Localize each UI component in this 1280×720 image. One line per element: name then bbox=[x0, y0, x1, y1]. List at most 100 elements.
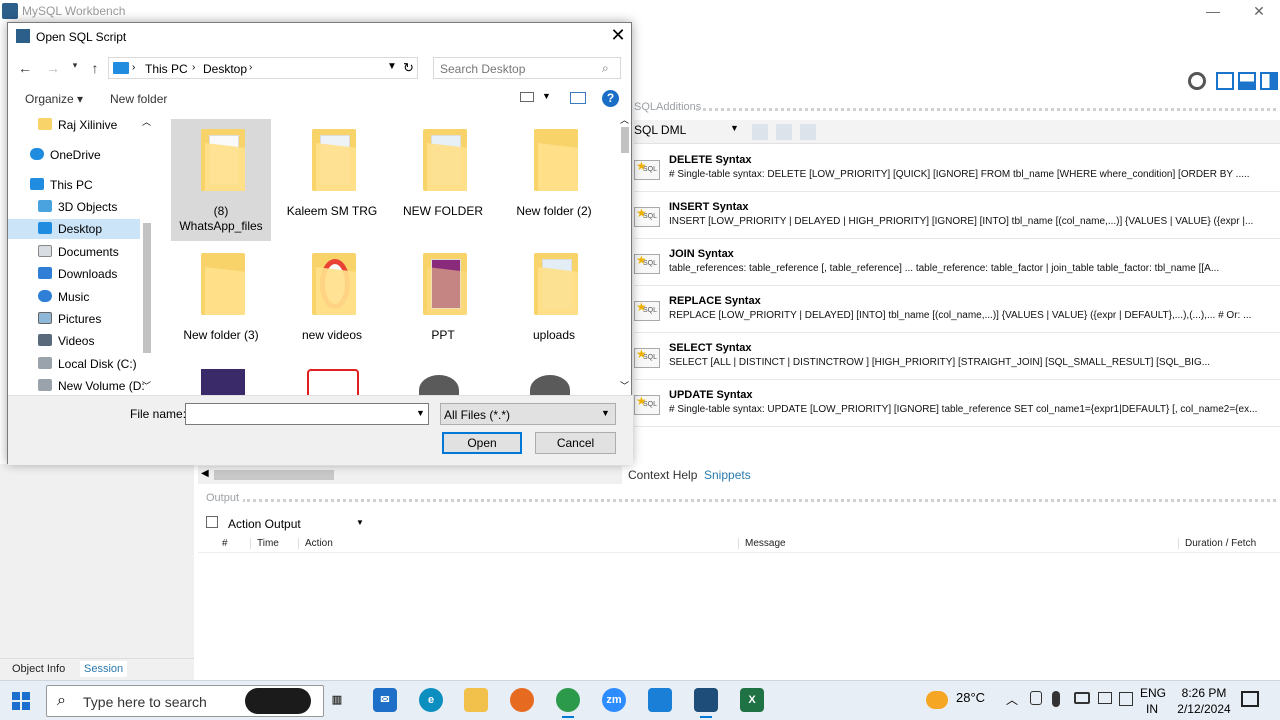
folder-item[interactable]: NEW FOLDER bbox=[393, 119, 493, 241]
copilot-icon[interactable] bbox=[245, 688, 311, 714]
nav-item-raj-xilinive[interactable]: Raj Xilinive bbox=[8, 115, 140, 135]
up-arrow-icon[interactable]: ↑ bbox=[86, 60, 104, 78]
folder-item[interactable]: uploads bbox=[504, 243, 604, 365]
folder-item[interactable]: (8) WhatsApp_files bbox=[171, 119, 271, 241]
snippet-delete[interactable]: SQL DELETE Syntax # Single-table syntax:… bbox=[634, 148, 1280, 192]
column-duration[interactable]: Duration / Fetch bbox=[1178, 538, 1256, 549]
tab-snippets[interactable]: Snippets bbox=[704, 468, 751, 482]
app-file-icon[interactable] bbox=[201, 369, 245, 395]
search-input[interactable]: Search Desktop ⌕ bbox=[433, 57, 621, 79]
network-icon[interactable] bbox=[1098, 692, 1112, 704]
change-view-icon[interactable] bbox=[520, 92, 534, 102]
pdf-file-icon[interactable] bbox=[307, 369, 359, 395]
snippet-select[interactable]: SQL SELECT Syntax SELECT [ALL | DISTINCT… bbox=[634, 336, 1280, 380]
mysql-workbench-taskbar-icon[interactable] bbox=[694, 688, 718, 718]
new-folder-button[interactable]: New folder bbox=[110, 92, 167, 106]
scroll-thumb[interactable] bbox=[214, 470, 334, 480]
nav-item-pictures[interactable]: Pictures bbox=[8, 309, 140, 329]
edge-browser-icon[interactable]: e bbox=[419, 688, 443, 712]
temperature[interactable]: 28°C bbox=[956, 690, 985, 705]
breadcrumb-desktop[interactable]: Desktop bbox=[203, 62, 247, 76]
output-mode-select[interactable]: Action Output bbox=[228, 517, 301, 531]
chrome-icon[interactable] bbox=[556, 688, 580, 718]
taskbar-search-input[interactable]: ⌕ Type here to search bbox=[46, 685, 324, 717]
nav-item-desktop[interactable]: Desktop bbox=[8, 219, 140, 239]
snippet-replace[interactable]: SQL REPLACE Syntax REPLACE [LOW_PRIORITY… bbox=[634, 289, 1280, 333]
forward-arrow-icon[interactable]: → bbox=[44, 60, 62, 78]
column-time[interactable]: Time bbox=[250, 538, 279, 549]
excel-icon[interactable]: X bbox=[740, 688, 764, 712]
nav-item-this-pc[interactable]: This PC bbox=[8, 175, 140, 195]
close-window-icon[interactable]: ✕ bbox=[1236, 3, 1280, 23]
chevron-down-icon[interactable]: ﹀ bbox=[142, 379, 151, 392]
copy-snippet-icon[interactable] bbox=[800, 124, 816, 140]
folder-item[interactable]: new videos bbox=[282, 243, 382, 365]
snippet-category-select[interactable]: SQL DML ▼ bbox=[634, 123, 740, 141]
file-list-scrollbar[interactable]: ︿ ﹀ bbox=[618, 113, 632, 395]
chevron-up-icon[interactable]: ︿ bbox=[142, 115, 151, 128]
tab-object-info[interactable]: Object Info bbox=[12, 663, 65, 675]
column-action[interactable]: Action bbox=[298, 538, 333, 549]
meet-now-icon[interactable] bbox=[1030, 691, 1042, 705]
mail-icon[interactable]: ✉ bbox=[373, 688, 397, 712]
nav-item-downloads[interactable]: Downloads bbox=[8, 264, 140, 284]
chevron-up-icon[interactable]: ︿ bbox=[1006, 691, 1018, 708]
column-number[interactable]: # bbox=[222, 538, 228, 549]
folder-item[interactable]: PPT bbox=[393, 243, 493, 365]
media-file-icon[interactable] bbox=[530, 375, 570, 395]
replace-snippet-icon[interactable] bbox=[776, 124, 792, 140]
zoom-icon[interactable]: zm bbox=[602, 688, 626, 712]
folder-item[interactable]: New folder (3) bbox=[171, 243, 271, 365]
cancel-button[interactable]: Cancel bbox=[535, 432, 616, 454]
toggle-left-panel-icon[interactable] bbox=[1216, 72, 1234, 90]
tab-context-help[interactable]: Context Help bbox=[628, 468, 697, 482]
open-button[interactable]: Open bbox=[442, 432, 522, 454]
task-view-icon[interactable]: ▥ bbox=[325, 688, 349, 712]
folder-item[interactable]: New folder (2) bbox=[504, 119, 604, 241]
scroll-thumb[interactable] bbox=[621, 127, 629, 153]
snippet-insert[interactable]: SQL INSERT Syntax INSERT [LOW_PRIORITY |… bbox=[634, 195, 1280, 239]
media-file-icon[interactable] bbox=[419, 375, 459, 395]
preview-pane-icon[interactable] bbox=[570, 92, 586, 104]
file-name-input[interactable]: ▼ bbox=[185, 403, 429, 425]
insert-snippet-icon[interactable] bbox=[752, 124, 768, 140]
windows-start-icon[interactable] bbox=[12, 692, 30, 710]
volume-icon[interactable] bbox=[1119, 692, 1133, 706]
firefox-icon[interactable] bbox=[510, 688, 534, 712]
nav-item-videos[interactable]: Videos bbox=[8, 331, 140, 351]
editor-horizontal-scrollbar[interactable]: ◀ bbox=[198, 466, 622, 484]
toggle-bottom-panel-icon[interactable] bbox=[1238, 72, 1256, 90]
nav-item-new-volume-d[interactable]: New Volume (D: bbox=[8, 376, 145, 395]
nav-item-local-disk-c[interactable]: Local Disk (C:) bbox=[8, 354, 140, 374]
address-box[interactable]: › This PC › Desktop › ▼ ↻ bbox=[108, 57, 418, 79]
chevron-down-icon[interactable]: ▼ bbox=[416, 408, 425, 418]
file-type-select[interactable]: All Files (*.*) ▼ bbox=[440, 403, 616, 425]
nav-item-documents[interactable]: Documents bbox=[8, 242, 140, 262]
toggle-right-panel-icon[interactable] bbox=[1260, 72, 1278, 90]
scroll-left-icon[interactable]: ◀ bbox=[201, 468, 209, 479]
navigation-scrollbar[interactable]: ︿ ﹀ bbox=[140, 113, 154, 395]
copy-output-icon[interactable] bbox=[206, 516, 218, 528]
battery-icon[interactable] bbox=[1074, 692, 1090, 704]
recent-locations-icon[interactable]: ▾ bbox=[66, 60, 84, 78]
folder-item[interactable]: Kaleem SM TRG bbox=[282, 119, 382, 241]
chevron-up-icon[interactable]: ︿ bbox=[620, 113, 629, 126]
organize-button[interactable]: Organize ▾ bbox=[25, 92, 83, 106]
scroll-thumb[interactable] bbox=[143, 223, 151, 353]
file-explorer-icon[interactable] bbox=[464, 688, 488, 712]
settings-gear-icon[interactable] bbox=[1188, 72, 1206, 90]
chevron-down-icon[interactable]: ▼ bbox=[387, 61, 397, 72]
microphone-icon[interactable] bbox=[1052, 691, 1060, 707]
breadcrumb-this-pc[interactable]: This PC bbox=[145, 62, 188, 76]
close-icon[interactable]: ✕ bbox=[608, 25, 628, 46]
refresh-icon[interactable]: ↻ bbox=[403, 60, 414, 76]
chevron-down-icon[interactable]: ﹀ bbox=[620, 379, 629, 392]
chevron-down-icon[interactable]: ▼ bbox=[542, 91, 551, 101]
snippet-join[interactable]: SQL JOIN Syntax table_references: table_… bbox=[634, 242, 1280, 286]
chevron-down-icon[interactable]: ▼ bbox=[356, 518, 364, 527]
back-arrow-icon[interactable]: ← bbox=[16, 60, 34, 78]
clock[interactable]: 8:26 PM 2/12/2024 bbox=[1176, 685, 1232, 717]
nav-item-music[interactable]: Music bbox=[8, 287, 140, 307]
nav-item-onedrive[interactable]: OneDrive bbox=[8, 145, 140, 165]
input-language[interactable]: ENG IN bbox=[1140, 685, 1166, 717]
